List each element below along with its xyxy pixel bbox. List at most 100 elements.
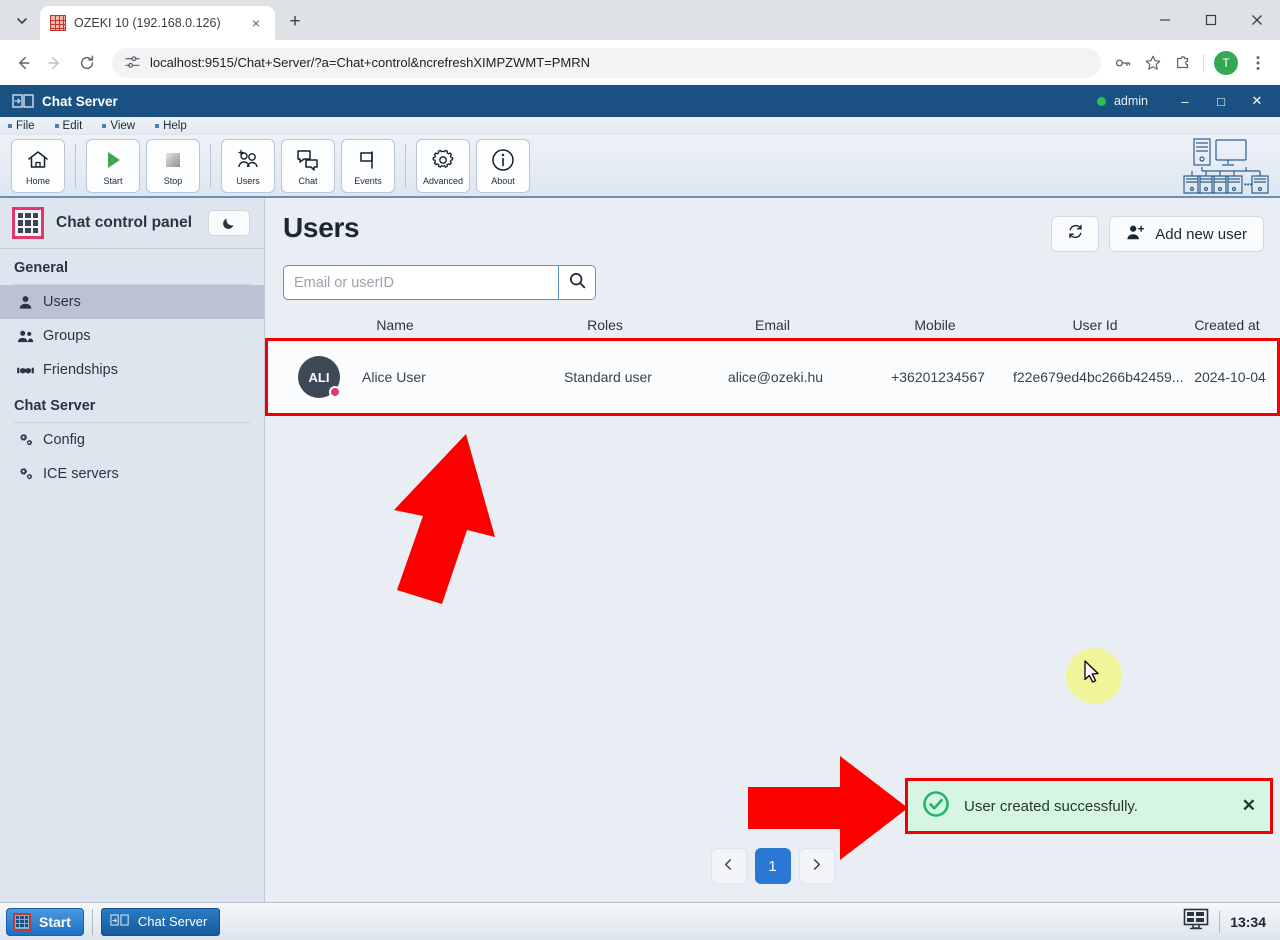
gears-icon <box>16 467 34 482</box>
avatar: ALI <box>298 356 341 398</box>
person-icon <box>16 295 34 310</box>
toolbar-button-chat[interactable]: Chat <box>281 138 335 193</box>
sidebar-item-label: Config <box>43 432 85 448</box>
menu-item-view[interactable]: View <box>102 120 135 132</box>
taskbar-item-chat-server[interactable]: Chat Server <box>100 907 221 936</box>
menu-item-file[interactable]: File <box>8 120 35 132</box>
pagination-prev-button[interactable] <box>710 848 747 884</box>
forward-arrow-icon <box>40 48 70 78</box>
clock[interactable]: 13:34 <box>1230 914 1266 930</box>
add-users-icon <box>235 145 261 175</box>
column-header-user-id: User Id <box>1072 317 1118 333</box>
sidebar: Chat control panel General Users Groups <box>0 198 265 902</box>
chevron-left-icon <box>722 858 735 875</box>
bullet-icon <box>54 123 59 128</box>
user-roles: Standard user <box>564 369 652 385</box>
toolbar-label: Users <box>236 176 260 186</box>
maximize-icon[interactable] <box>1188 0 1234 40</box>
display-icon[interactable] <box>1183 908 1209 935</box>
user-created-at: 2024-10-04 <box>1194 369 1266 385</box>
browser-tab[interactable]: OZEKI 10 (192.168.0.126) × <box>40 6 275 40</box>
reload-icon[interactable] <box>72 48 102 78</box>
taskbar: Start Chat Server 13:34 <box>0 902 1280 940</box>
toolbar-button-start[interactable]: Start <box>86 138 140 193</box>
close-icon[interactable]: × <box>247 14 265 32</box>
key-icon[interactable] <box>1109 49 1137 77</box>
sidebar-item-users[interactable]: Users <box>0 285 264 319</box>
menu-item-edit[interactable]: Edit <box>54 119 83 132</box>
pagination-page-1[interactable]: 1 <box>754 848 791 884</box>
site-settings-icon[interactable] <box>124 49 140 77</box>
search-input[interactable] <box>284 266 558 299</box>
refresh-button[interactable] <box>1051 216 1100 252</box>
user-name: Alice User <box>362 369 426 385</box>
tab-search-icon[interactable] <box>8 7 36 35</box>
column-header-mobile: Mobile <box>914 317 956 333</box>
toolbar-button-events[interactable]: Events <box>341 138 395 193</box>
bullet-icon <box>102 123 107 128</box>
sidebar-item-label: Users <box>43 294 81 310</box>
success-check-icon <box>922 790 950 823</box>
puzzle-icon[interactable] <box>1169 49 1197 77</box>
add-user-button[interactable]: Add new user <box>1109 216 1264 252</box>
toolbar-button-about[interactable]: About <box>476 138 530 193</box>
admin-label[interactable]: admin <box>1114 94 1148 108</box>
home-icon <box>26 145 50 175</box>
sidebar-item-friendships[interactable]: Friendships <box>0 353 264 387</box>
stop-icon <box>161 145 185 175</box>
online-dot <box>1096 96 1106 106</box>
star-icon[interactable] <box>1139 49 1167 77</box>
back-arrow-icon[interactable] <box>8 48 38 78</box>
app-minimize-button[interactable]: – <box>1168 87 1202 115</box>
toolbar-button-users[interactable]: Users <box>221 138 275 193</box>
search-area <box>265 252 1280 300</box>
sidebar-item-groups[interactable]: Groups <box>0 319 264 353</box>
search-button[interactable] <box>558 266 595 299</box>
sidebar-item-ice-servers[interactable]: ICE servers <box>0 457 264 491</box>
start-button[interactable]: Start <box>6 907 84 936</box>
three-dot-menu-icon[interactable] <box>1244 49 1272 77</box>
menu-label: File <box>16 119 35 132</box>
table-row[interactable]: ALI Alice User Standard user alice@ozeki… <box>268 341 1277 413</box>
sidebar-item-config[interactable]: Config <box>0 423 264 457</box>
user-mobile: +36201234567 <box>891 369 985 385</box>
handshake-icon <box>16 364 34 377</box>
divider <box>91 908 93 935</box>
pagination-next-button[interactable] <box>798 848 835 884</box>
menu-label: Help <box>163 119 187 132</box>
toolbar-button-home[interactable]: Home <box>11 138 65 193</box>
minimize-icon[interactable] <box>1142 0 1188 40</box>
chat-server-logo-icon <box>110 913 130 931</box>
app-close-button[interactable]: ✕ <box>1240 87 1274 115</box>
main-header: Users Add new user <box>265 198 1280 252</box>
column-header-roles: Roles <box>587 317 623 333</box>
new-tab-button[interactable]: + <box>281 8 309 36</box>
toast-notification: User created successfully. ✕ <box>908 781 1270 831</box>
column-header-email: Email <box>754 317 790 333</box>
close-icon[interactable] <box>1234 0 1280 40</box>
address-bar[interactable]: localhost:9515/Chat+Server/?a=Chat+contr… <box>112 47 1101 78</box>
menu-item-help[interactable]: Help <box>155 120 187 132</box>
status-badge <box>329 386 341 398</box>
browser-toolbar: localhost:9515/Chat+Server/?a=Chat+contr… <box>0 40 1280 85</box>
add-user-label: Add new user <box>1155 225 1247 243</box>
browser-tab-title: OZEKI 10 (192.168.0.126) <box>74 16 221 30</box>
toolbar-button-stop[interactable]: Stop <box>146 138 200 193</box>
menu-label: Edit <box>62 119 83 132</box>
user-email: alice@ozeki.hu <box>727 369 824 385</box>
column-header-created-at: Created at <box>1194 317 1260 333</box>
chat-server-logo-icon <box>12 92 34 110</box>
toolbar-button-advanced[interactable]: Advanced <box>416 138 470 193</box>
user-id: f22e679ed4bc266b42459... <box>1013 369 1184 385</box>
search-icon <box>568 271 587 295</box>
svg-text:•••: ••• <box>1244 180 1253 189</box>
divider <box>405 143 406 188</box>
network-diagram-graphic: ••• <box>1170 137 1270 200</box>
close-icon[interactable]: ✕ <box>1242 796 1256 816</box>
moon-icon[interactable] <box>208 210 250 236</box>
header-actions: Add new user <box>1051 212 1264 252</box>
browser-window-controls <box>1142 0 1280 40</box>
avatar[interactable]: T <box>1214 50 1238 75</box>
mouse-cursor <box>1084 660 1101 689</box>
app-maximize-button[interactable]: □ <box>1204 87 1238 115</box>
